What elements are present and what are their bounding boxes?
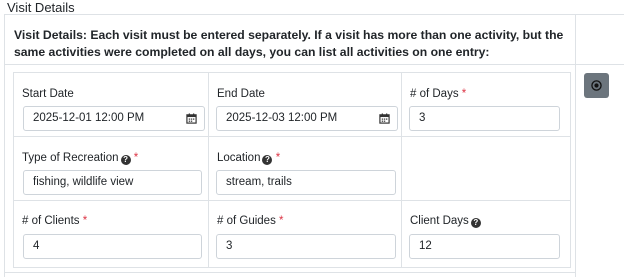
num-clients-input[interactable]: 4: [23, 234, 202, 259]
question-circle-icon[interactable]: ?: [470, 218, 481, 228]
section-title: Visit Details: [7, 0, 75, 15]
num-days-input[interactable]: 3: [409, 106, 560, 131]
cell-type-of-recreation: Type of Recreation? * fishing, wildlife …: [14, 137, 209, 201]
cell-num-days: # of Days * 3: [402, 73, 570, 137]
cell-client-days: Client Days? 12: [402, 201, 570, 267]
question-circle-icon[interactable]: ?: [262, 155, 273, 165]
question-circle-icon[interactable]: ?: [120, 155, 131, 165]
start-date-input[interactable]: 2025-12-01 12:00 PM: [23, 106, 179, 131]
cell-start-date: Start Date 2025-12-01 12:00 PM: [14, 73, 209, 137]
required-marker: *: [279, 215, 284, 227]
column-divider: [575, 14, 576, 277]
type-of-recreation-label-text: Type of Recreation: [22, 152, 119, 164]
end-date-input[interactable]: 2025-12-03 12:00 PM: [216, 106, 372, 131]
num-clients-label: # of Clients *: [22, 215, 87, 227]
instructions-text: Visit Details: Each visit must be entere…: [14, 28, 564, 59]
required-marker: *: [275, 152, 281, 164]
required-marker: *: [133, 152, 139, 164]
num-guides-label-text: # of Guides: [217, 215, 276, 227]
num-guides-label: # of Guides *: [217, 215, 284, 227]
remove-circle-icon: [591, 80, 602, 91]
start-date-label: Start Date: [22, 88, 74, 100]
end-date-label: End Date: [217, 88, 265, 100]
calendar-icon: [185, 113, 197, 124]
start-date-group: 2025-12-01 12:00 PM: [23, 106, 205, 131]
required-marker: *: [82, 215, 88, 227]
remove-visit-button[interactable]: [584, 73, 609, 98]
num-clients-label-text: # of Clients: [22, 215, 80, 227]
required-marker: *: [461, 88, 467, 100]
num-guides-input[interactable]: 3: [216, 234, 396, 259]
cell-empty: [402, 137, 570, 201]
location-input[interactable]: stream, trails: [216, 170, 396, 195]
start-date-calendar-button[interactable]: [178, 106, 205, 131]
num-days-label: # of Days *: [410, 88, 466, 100]
cell-location: Location? * stream, trails: [209, 137, 402, 201]
cell-end-date: End Date 2025-12-03 12:00 PM: [209, 73, 402, 137]
start-date-label-text: Start Date: [22, 88, 74, 100]
cell-num-clients: # of Clients * 4: [14, 201, 209, 267]
end-date-calendar-button[interactable]: [371, 106, 398, 131]
cell-num-guides: # of Guides * 3: [209, 201, 402, 267]
client-days-input[interactable]: 12: [409, 234, 560, 259]
location-label: Location? *: [217, 152, 280, 165]
client-days-label: Client Days?: [410, 215, 481, 228]
client-days-label-text: Client Days: [410, 215, 469, 227]
num-days-label-text: # of Days: [410, 88, 459, 100]
calendar-icon: [378, 113, 390, 124]
end-date-group: 2025-12-03 12:00 PM: [216, 106, 398, 131]
visit-entry-grid: Start Date 2025-12-01 12:00 PM End Date …: [13, 72, 571, 268]
location-label-text: Location: [217, 152, 261, 164]
type-of-recreation-label: Type of Recreation? *: [22, 152, 138, 165]
row-bottom-border: [4, 272, 575, 273]
type-of-recreation-input[interactable]: fishing, wildlife view: [23, 170, 202, 195]
instructions-row: Visit Details: Each visit must be entere…: [4, 14, 624, 65]
